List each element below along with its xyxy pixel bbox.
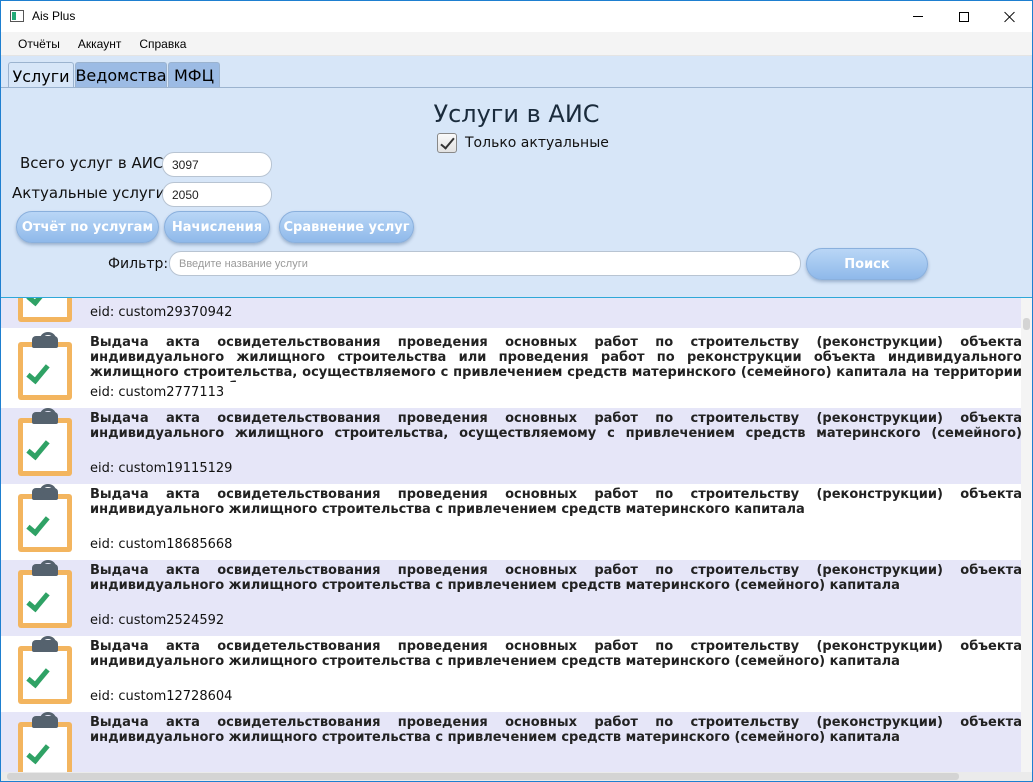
- minimize-button[interactable]: [895, 1, 941, 32]
- app-icon: [10, 10, 24, 22]
- service-eid: eid: custom19115129: [90, 461, 233, 476]
- only-actual-checkbox[interactable]: [437, 133, 457, 153]
- service-title: Выдача акта освидетельствования проведен…: [90, 335, 1022, 382]
- maximize-icon: [959, 11, 969, 22]
- app-window: Ais Plus Отчёты Аккаунт Справка Услуги В…: [0, 0, 1033, 782]
- list-item[interactable]: Выдача акта освидетельствования проведен…: [1, 560, 1022, 636]
- list-item[interactable]: Выдача акта освидетельствования проведен…: [1, 712, 1022, 773]
- services-header-panel: Услуги в АИС Только актуальные Всего усл…: [1, 87, 1032, 297]
- list-item[interactable]: Выдача акта освидетельствования проведен…: [1, 484, 1022, 560]
- only-actual-label: Только актуальные: [465, 135, 609, 151]
- service-title: Выдача акта освидетельствования проведен…: [90, 487, 1022, 517]
- menu-help[interactable]: Справка: [130, 37, 195, 51]
- service-title: Выдача акта освидетельствования проведен…: [90, 639, 1022, 669]
- service-eid: eid: custom18685668: [90, 537, 233, 552]
- total-services-label: Всего услуг в АИС:: [20, 154, 169, 172]
- clipboard-check-icon: [18, 408, 72, 476]
- list-item[interactable]: Выдача акта освидетельствования проведен…: [1, 408, 1022, 484]
- page-title: Услуги в АИС: [433, 100, 600, 128]
- actual-services-label: Актуальные услуги:: [12, 184, 171, 202]
- service-eid: eid: custom2524592: [90, 613, 225, 628]
- menu-bar: Отчёты Аккаунт Справка: [1, 32, 1032, 56]
- tab-services[interactable]: Услуги: [8, 62, 74, 89]
- minimize-icon: [913, 16, 923, 17]
- filter-label: Фильтр:: [108, 256, 169, 272]
- horizontal-scrollbar[interactable]: [1, 772, 1032, 781]
- close-icon: [1004, 11, 1016, 23]
- list-item[interactable]: Выдача акта освидетельствования проведен…: [1, 636, 1022, 712]
- menu-account[interactable]: Аккаунт: [69, 37, 130, 51]
- filter-input[interactable]: Введите название услуги: [169, 251, 801, 276]
- search-button[interactable]: Поиск: [806, 248, 928, 280]
- vertical-scrollbar[interactable]: [1021, 298, 1032, 773]
- close-button[interactable]: [987, 1, 1032, 32]
- actual-services-field[interactable]: 2050: [162, 182, 272, 207]
- service-title: Выдача акта освидетельствования проведен…: [90, 411, 1022, 443]
- clipboard-check-icon: [18, 332, 72, 400]
- service-title: Выдача акта освидетельствования проведен…: [90, 563, 1022, 593]
- maximize-button[interactable]: [941, 1, 987, 32]
- clipboard-check-icon: [18, 712, 72, 773]
- only-actual-toggle[interactable]: Только актуальные: [437, 133, 609, 153]
- services-report-button[interactable]: Отчёт по услугам: [16, 211, 159, 243]
- charges-button[interactable]: Начисления: [164, 211, 270, 243]
- clipboard-check-icon: [18, 636, 72, 704]
- clipboard-check-icon: [18, 484, 72, 552]
- compare-services-button[interactable]: Сравнение услуг: [279, 211, 414, 243]
- clipboard-check-icon: [18, 560, 72, 628]
- horizontal-scroll-thumb[interactable]: [7, 773, 959, 780]
- list-item[interactable]: eid: custom29370942: [1, 298, 1021, 328]
- list-item[interactable]: Выдача акта освидетельствования проведен…: [1, 332, 1022, 408]
- tab-strip: Услуги Ведомства МФЦ: [1, 56, 1032, 89]
- menu-reports[interactable]: Отчёты: [9, 37, 69, 51]
- tab-departments[interactable]: Ведомства: [75, 62, 167, 88]
- service-title: Выдача акта освидетельствования проведен…: [90, 715, 1022, 745]
- vertical-scroll-thumb[interactable]: [1023, 318, 1030, 330]
- services-list[interactable]: eid: custom29370942 Выдача акта освидете…: [1, 297, 1032, 773]
- total-services-field[interactable]: 3097: [162, 152, 272, 177]
- title-bar[interactable]: Ais Plus: [1, 1, 1032, 32]
- tab-mfc[interactable]: МФЦ: [168, 62, 220, 88]
- service-eid: eid: custom2777113: [90, 385, 225, 400]
- service-eid: eid: custom29370942: [90, 305, 233, 320]
- clipboard-check-icon: [18, 298, 72, 322]
- window-title: Ais Plus: [32, 9, 76, 23]
- service-eid: eid: custom12728604: [90, 689, 233, 704]
